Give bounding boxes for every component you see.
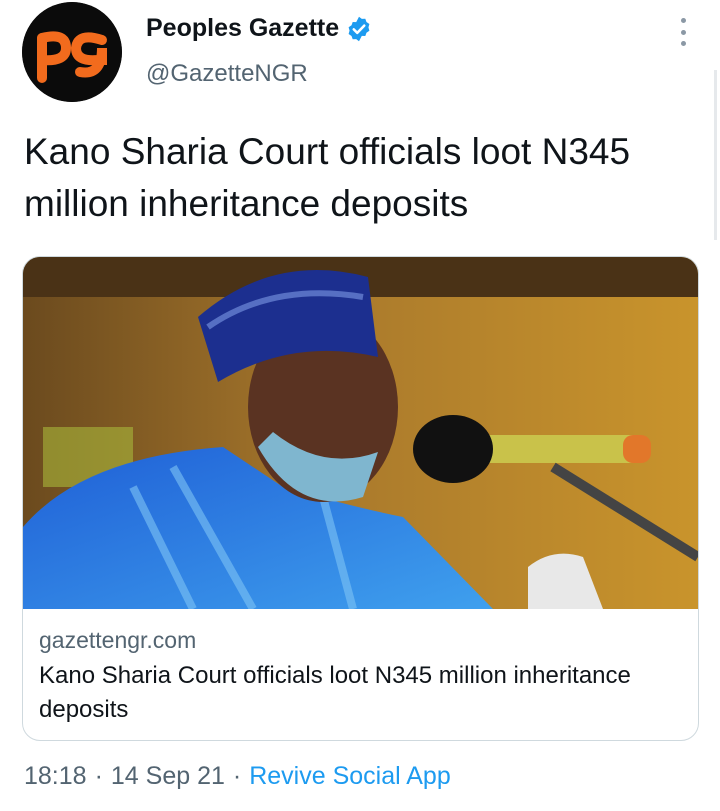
tweet-source-link[interactable]: Revive Social App xyxy=(249,762,451,791)
link-card-image xyxy=(23,257,698,609)
tweet-date[interactable]: 14 Sep 21 xyxy=(111,762,225,791)
tweet-text: Kano Sharia Court officials loot N345 mi… xyxy=(24,131,631,224)
link-card[interactable]: gazettengr.com Kano Sharia Court officia… xyxy=(22,256,699,741)
more-options-icon[interactable] xyxy=(672,18,694,46)
peoples-gazette-logo xyxy=(22,2,122,102)
account-name-row[interactable]: Peoples Gazette xyxy=(146,14,373,43)
tweet-time[interactable]: 18:18 xyxy=(24,762,87,791)
account-handle[interactable]: @GazetteNGR xyxy=(146,60,308,88)
verified-badge-icon xyxy=(348,16,370,41)
separator: · xyxy=(232,762,242,790)
scrollbar xyxy=(714,70,717,240)
link-card-title: Kano Sharia Court officials loot N345 mi… xyxy=(39,662,631,723)
display-name[interactable]: Peoples Gazette xyxy=(146,14,339,43)
link-card-domain: gazettengr.com xyxy=(39,627,197,653)
avatar[interactable] xyxy=(22,2,122,102)
separator: · xyxy=(94,762,103,790)
tweet-metadata: 18:18 · 14 Sep 21 · Revive Social App xyxy=(24,762,451,791)
